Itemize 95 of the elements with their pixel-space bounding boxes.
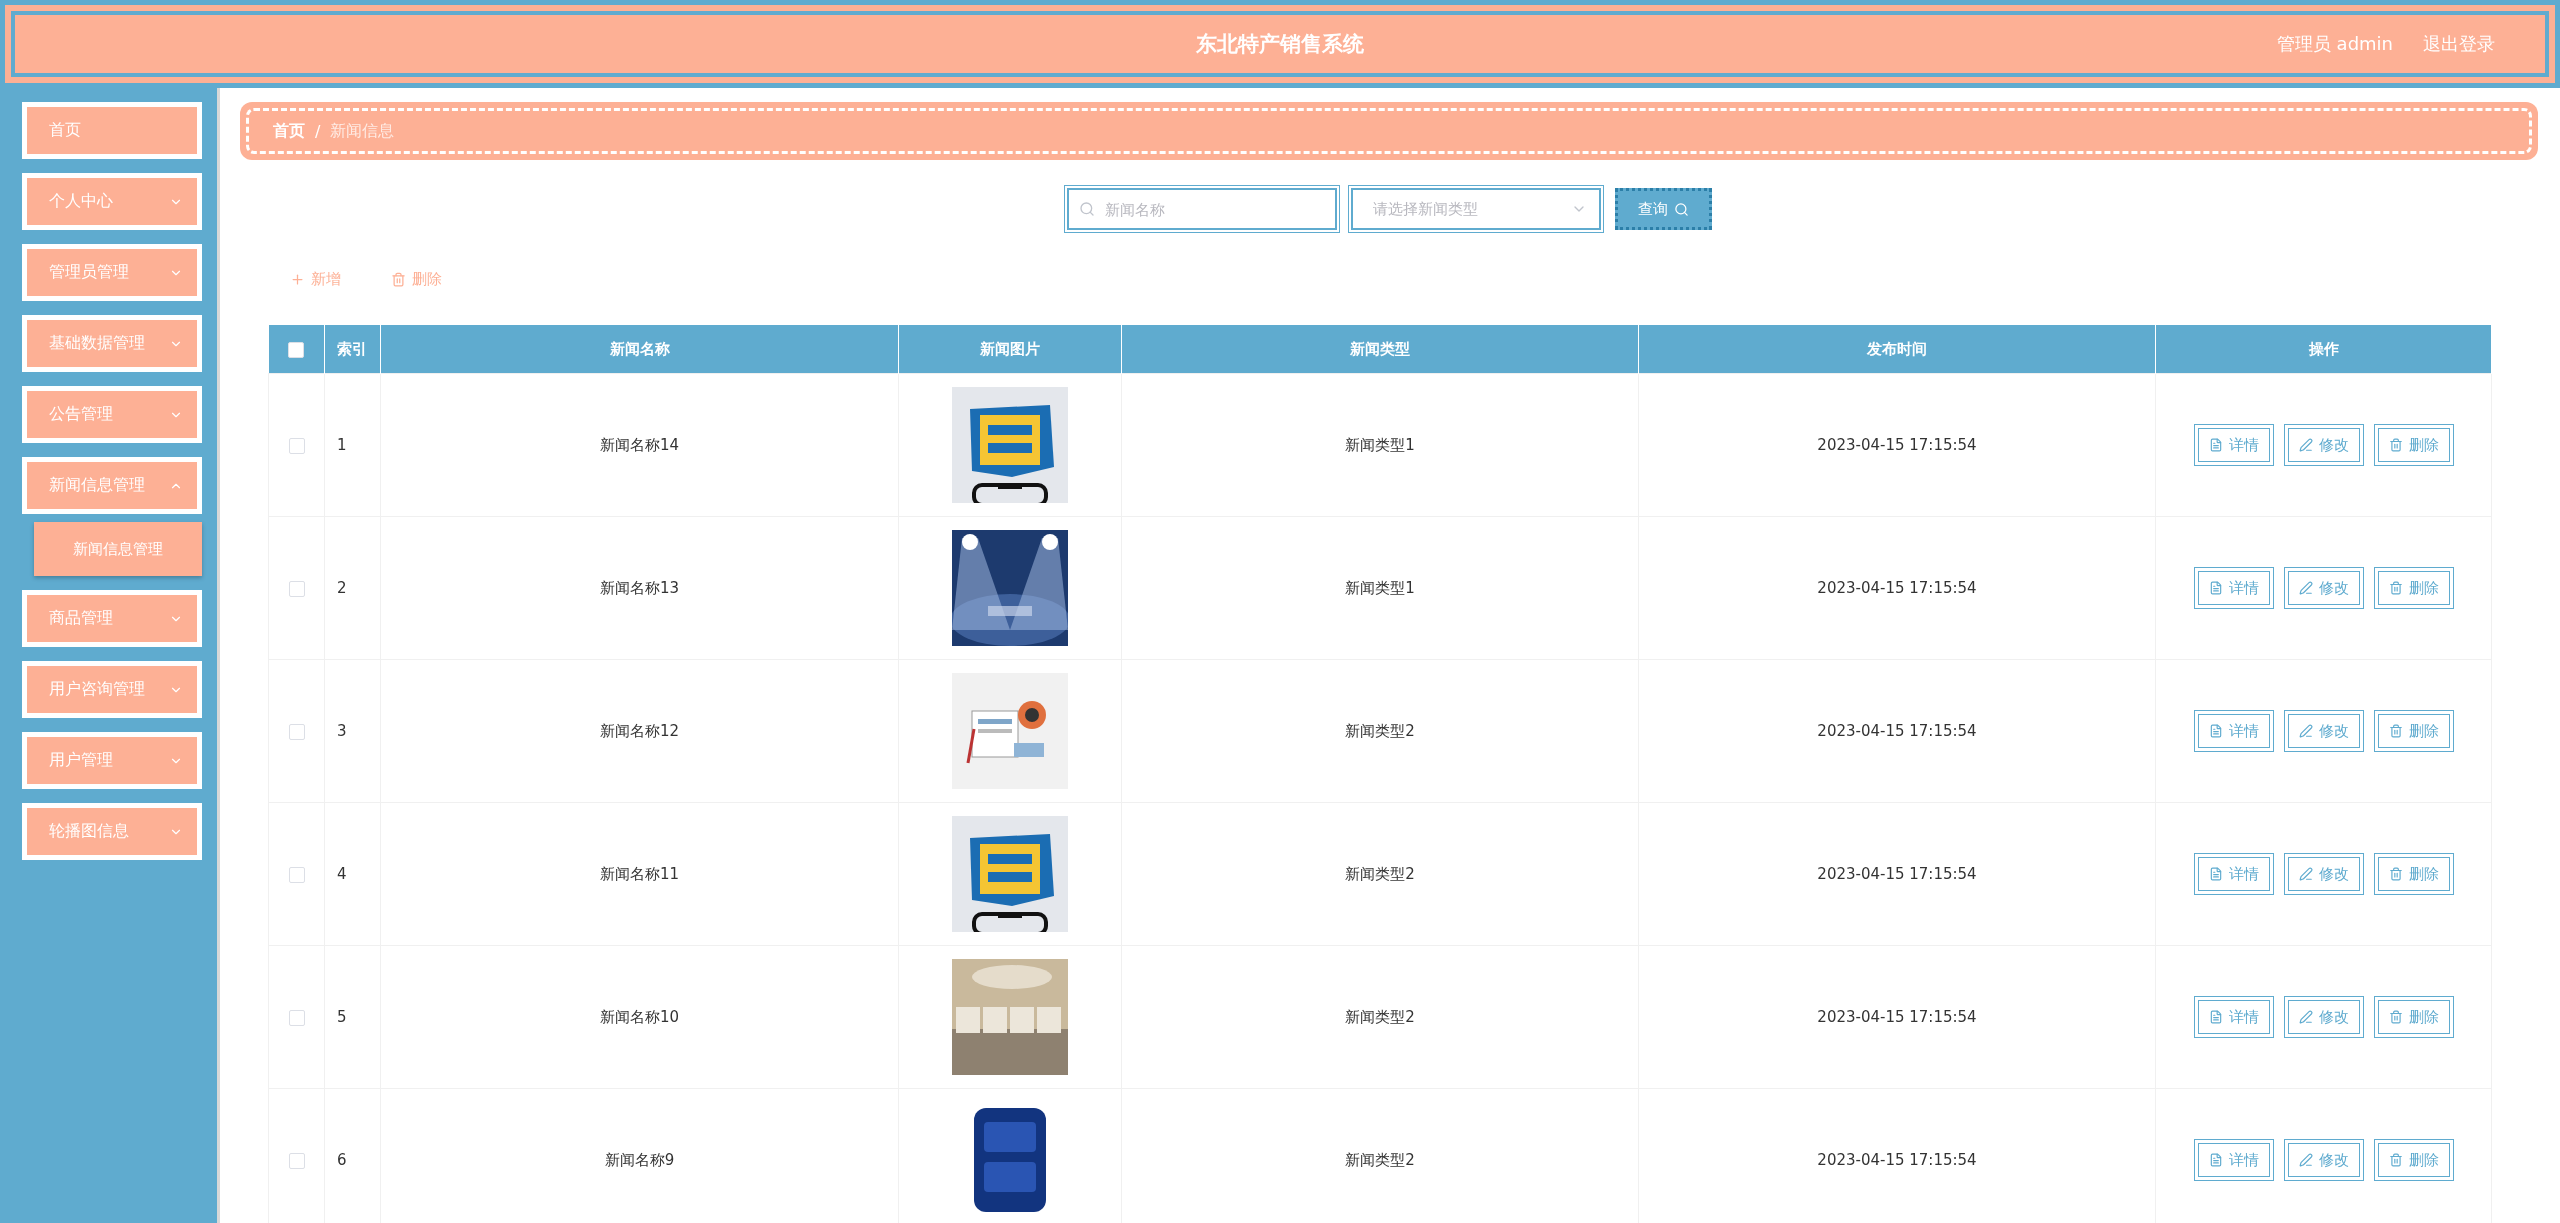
- table-cell: 新闻名称13: [380, 516, 899, 660]
- table-cell: 2023-04-15 17:15:54: [1638, 945, 2156, 1089]
- column-header: 新闻类型: [1121, 325, 1639, 374]
- table-cell: 新闻名称12: [380, 659, 899, 803]
- pen-icon: [2298, 581, 2313, 595]
- sidebar-item[interactable]: 新闻信息管理: [22, 457, 202, 514]
- table-cell: 新闻类型2: [1121, 802, 1639, 946]
- table-cell: 新闻名称11: [380, 802, 899, 946]
- row-checkbox[interactable]: [288, 1152, 305, 1169]
- sidebar-item[interactable]: 基础数据管理: [22, 315, 202, 372]
- document-icon: [2208, 724, 2223, 738]
- sidebar-item[interactable]: 个人中心: [22, 173, 202, 230]
- table-cell: 4: [324, 802, 381, 946]
- logout-link[interactable]: 退出登录: [2423, 32, 2495, 56]
- details-button[interactable]: 详情: [2193, 424, 2274, 466]
- table-cell: 1: [324, 373, 381, 517]
- document-icon: [2208, 1010, 2223, 1024]
- trash-icon: [2388, 438, 2403, 452]
- table-cell: 3: [324, 659, 381, 803]
- delete-button[interactable]: 删除: [2373, 996, 2454, 1038]
- table-cell: 新闻名称10: [380, 945, 899, 1089]
- column-header: 索引: [324, 325, 381, 374]
- pen-icon: [2298, 1010, 2313, 1024]
- sidebar-item[interactable]: 首页: [22, 102, 202, 159]
- search-icon: [1078, 201, 1095, 217]
- pen-icon: [2298, 724, 2313, 738]
- row-checkbox[interactable]: [288, 1009, 305, 1026]
- search-field[interactable]: 新闻名称: [1066, 188, 1337, 230]
- sidebar-subitem[interactable]: 新闻信息管理: [34, 522, 202, 576]
- column-header: 新闻图片: [898, 325, 1122, 374]
- trash-icon: [391, 272, 406, 287]
- delete-button[interactable]: 删除: [2373, 1139, 2454, 1181]
- column-header: 操作: [2155, 325, 2492, 374]
- column-header: 发布时间: [1638, 325, 2156, 374]
- document-icon: [2208, 1153, 2223, 1167]
- sidebar-item[interactable]: 用户管理: [22, 732, 202, 789]
- type-select[interactable]: 请选择新闻类型: [1350, 188, 1601, 230]
- app-title: 东北特产销售系统: [1196, 31, 1364, 58]
- pen-icon: [2298, 438, 2313, 452]
- add-button[interactable]: 新增: [290, 266, 341, 293]
- plus-icon: [290, 272, 305, 287]
- edit-button[interactable]: 修改: [2283, 567, 2364, 609]
- trash-icon: [2388, 1153, 2403, 1167]
- delete-button[interactable]: 删除: [391, 266, 442, 293]
- delete-button[interactable]: 删除: [2373, 567, 2454, 609]
- table-cell: 2023-04-15 17:15:54: [1638, 373, 2156, 517]
- document-icon: [2208, 438, 2223, 452]
- breadcrumb-separator: /: [315, 121, 321, 141]
- row-checkbox[interactable]: [288, 866, 305, 883]
- edit-button[interactable]: 修改: [2283, 996, 2364, 1038]
- edit-button[interactable]: 修改: [2283, 853, 2364, 895]
- edit-button[interactable]: 修改: [2283, 1139, 2364, 1181]
- sidebar-item[interactable]: 轮播图信息: [22, 803, 202, 860]
- details-button[interactable]: 详情: [2193, 567, 2274, 609]
- table-cell: 新闻类型1: [1121, 516, 1639, 660]
- pen-icon: [2298, 867, 2313, 881]
- table-cell: 2023-04-15 17:15:54: [1638, 516, 2156, 660]
- details-button[interactable]: 详情: [2193, 710, 2274, 752]
- details-button[interactable]: 详情: [2193, 1139, 2274, 1181]
- delete-button[interactable]: 删除: [2373, 424, 2454, 466]
- select-all-checkbox[interactable]: [288, 341, 305, 358]
- user-label: 管理员 admin: [2276, 32, 2393, 56]
- column-header: 新闻名称: [380, 325, 899, 374]
- trash-icon: [2388, 581, 2403, 595]
- details-button[interactable]: 详情: [2193, 996, 2274, 1038]
- trash-icon: [2388, 1010, 2403, 1024]
- pen-icon: [2298, 1153, 2313, 1167]
- table-cell: 新闻类型2: [1121, 659, 1639, 803]
- query-button[interactable]: 查询: [1614, 188, 1712, 230]
- details-button[interactable]: 详情: [2193, 853, 2274, 895]
- table-cell: 新闻类型1: [1121, 373, 1639, 517]
- search-icon: [1673, 201, 1689, 217]
- table-cell: 新闻名称14: [380, 373, 899, 517]
- sidebar-item[interactable]: 公告管理: [22, 386, 202, 443]
- row-checkbox[interactable]: [288, 437, 305, 454]
- table-cell: 5: [324, 945, 381, 1089]
- table-cell: 2023-04-15 17:15:54: [1638, 802, 2156, 946]
- table-cell: 2: [324, 516, 381, 660]
- breadcrumb-item[interactable]: 首页: [273, 120, 305, 142]
- document-icon: [2208, 581, 2223, 595]
- document-icon: [2208, 867, 2223, 881]
- trash-icon: [2388, 724, 2403, 738]
- delete-button[interactable]: 删除: [2373, 710, 2454, 752]
- table-cell: 新闻类型2: [1121, 945, 1639, 1089]
- row-checkbox[interactable]: [288, 580, 305, 597]
- sidebar-item[interactable]: 用户咨询管理: [22, 661, 202, 718]
- trash-icon: [2388, 867, 2403, 881]
- sidebar-item[interactable]: 管理员管理: [22, 244, 202, 301]
- table-cell: 2023-04-15 17:15:54: [1638, 659, 2156, 803]
- delete-button[interactable]: 删除: [2373, 853, 2454, 895]
- sidebar-item[interactable]: 商品管理: [22, 590, 202, 647]
- edit-button[interactable]: 修改: [2283, 424, 2364, 466]
- breadcrumb-item[interactable]: 新闻信息: [330, 120, 395, 142]
- edit-button[interactable]: 修改: [2283, 710, 2364, 752]
- row-checkbox[interactable]: [288, 723, 305, 740]
